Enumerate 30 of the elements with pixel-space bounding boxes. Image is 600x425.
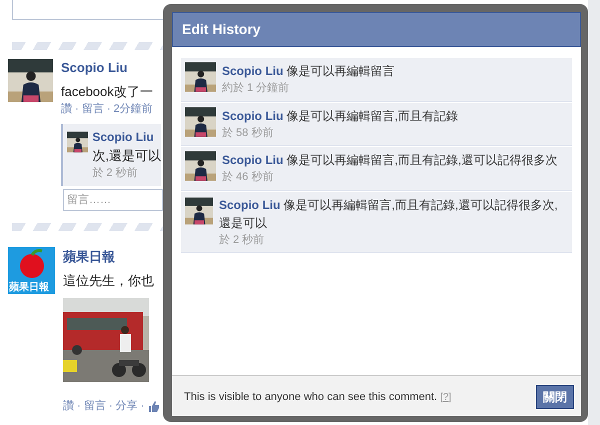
avatar[interactable] [185, 151, 216, 181]
close-button[interactable]: 關閉 [536, 385, 574, 409]
visibility-note: This is visible to anyone who can see this comment. [?] [184, 390, 452, 405]
post-text: 這位先生，你也 [63, 272, 155, 290]
action-links[interactable]: 讚 · 留言 · 分享 · [63, 398, 144, 414]
help-link[interactable]: [?] [440, 392, 452, 403]
author-name[interactable]: Scopio Liu [61, 58, 163, 78]
timestamp: 於 58 秒前 [222, 126, 274, 140]
logo-text: 蘋果日報 [9, 280, 49, 295]
comment-field[interactable]: 留言…… [63, 188, 163, 211]
apple-logo-icon[interactable] [8, 247, 55, 294]
thumbs-up-icon[interactable] [148, 400, 160, 412]
action-links[interactable]: 讚 · 留言 · 2分鐘前 [61, 101, 163, 118]
comment-text: 次,還是可以 [92, 146, 161, 164]
entry-text: Scopio Liu 像是可以再編輯留言,而且有記錄,還可以記得很多次 [222, 152, 558, 169]
entry-text: Scopio Liu 像是可以再編輯留言 [222, 63, 395, 80]
timestamp: 於 2 秒前 [218, 232, 266, 248]
timestamp: 於 2 秒前 [92, 166, 139, 181]
avatar[interactable] [185, 62, 216, 92]
avatar[interactable] [185, 106, 216, 136]
avatar[interactable] [8, 58, 53, 103]
avatar[interactable] [185, 196, 213, 226]
timestamp: 於 46 秒前 [222, 170, 274, 185]
timestamp: 約於 1 分鐘前 [222, 81, 290, 96]
author-name[interactable]: 蘋果日報 [63, 247, 160, 266]
entry-text: Scopio Liu 像是可以再編輯留言,而且有記錄,還可以記得很多次,還是可以 [218, 196, 559, 232]
post-text: facebook改了一 [61, 82, 154, 100]
author-name[interactable]: Scopio Liu [92, 128, 161, 146]
dialog-title: Edit History [172, 12, 581, 47]
entry-text: Scopio Liu 像是可以再編輯留言,而且有記錄 [222, 108, 458, 124]
